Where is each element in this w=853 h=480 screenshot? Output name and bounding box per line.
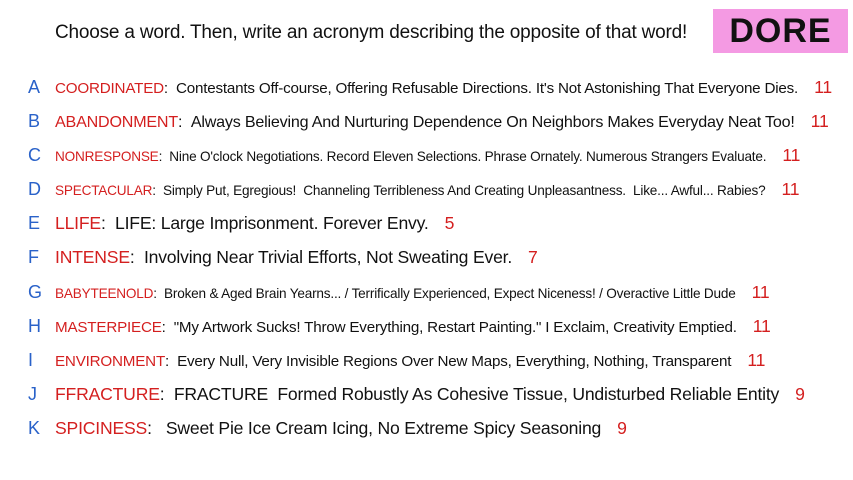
entry-acronym: Broken & Aged Brain Yearns... / Terrific…: [164, 285, 736, 301]
entry-letter: J: [28, 383, 37, 404]
entry-word: SPECTACULAR: [55, 182, 153, 198]
prompt-text: Choose a word. Then, write an acronym de…: [55, 22, 688, 43]
entry-letter-count: 5: [444, 212, 455, 233]
entry-row: K SPICINESS: Sweet Pie Ice Cream Icing, N…: [0, 413, 853, 443]
entry-colon: :: [152, 182, 163, 198]
entry-row: A COORDINATED: Contestants Off-course, Of…: [0, 72, 853, 102]
entry-acronym: "My Artwork Sucks! Throw Everything, Res…: [173, 318, 737, 336]
entry-letter: B: [28, 110, 41, 131]
entry-letter-count: 11: [751, 281, 770, 302]
entry-colon: :: [100, 212, 116, 233]
entry-colon: :: [165, 352, 178, 370]
entry-letter: H: [28, 315, 41, 336]
entry-letter: A: [28, 76, 41, 97]
entry-colon: :: [159, 383, 174, 404]
entry-colon: :: [153, 285, 165, 301]
entry-letter-count: 11: [752, 315, 771, 336]
dore-badge: DORE: [713, 9, 848, 53]
entry-colon: :: [161, 318, 174, 336]
entry-acronym: LIFE: Large Imprisonment. Forever Envy.: [115, 212, 429, 233]
entry-letter-count: 9: [795, 383, 805, 404]
entry-letter: D: [28, 178, 41, 199]
entry-row: B ABANDONMENT: Always Believing And Nurtu…: [0, 106, 853, 136]
entry-acronym: Always Believing And Nurturing Dependenc…: [190, 112, 795, 131]
entry-acronym: FRACTURE Formed Robustly As Cohesive Tis…: [173, 383, 780, 404]
entry-word: NONRESPONSE: [55, 148, 159, 164]
entry-content: SPECTACULAR: Simply Put, Egregious! Chan…: [55, 178, 800, 200]
entry-word: FFRACTURE: [55, 383, 160, 404]
entry-letter-count: 11: [782, 144, 801, 165]
entry-acronym: Nine O'clock Negotiations. Record Eleven…: [169, 148, 767, 164]
entry-row: C NONRESPONSE: Nine O'clock Negotiations.…: [0, 140, 853, 170]
entry-acronym: Involving Near Trivial Efforts, Not Swea…: [143, 246, 513, 267]
entry-letter: G: [28, 281, 43, 302]
entry-row: G BABYTEENOLD: Broken & Aged Brain Yearns…: [0, 277, 853, 307]
entry-letter: C: [28, 144, 41, 165]
entry-content: BABYTEENOLD: Broken & Aged Brain Yearns.…: [55, 281, 770, 303]
entry-content: NONRESPONSE: Nine O'clock Negotiations. …: [55, 145, 800, 166]
entry-content: LLIFE: LIFE: Large Imprisonment. Forever…: [55, 213, 454, 234]
entry-content: MASTERPIECE: "My Artwork Sucks! Throw Ev…: [55, 316, 771, 337]
entry-letter-count: 9: [617, 417, 627, 438]
entry-colon: :: [177, 112, 191, 131]
entry-content: SPICINESS: Sweet Pie Ice Cream Icing, No…: [55, 418, 627, 439]
entry-colon: :: [147, 417, 162, 438]
entry-word: ENVIRONMENT: [55, 352, 166, 370]
entry-row: I ENVIRONMENT: Every Null, Very Invisible…: [0, 345, 853, 375]
entry-row: E LLIFE: LIFE: Large Imprisonment. Foreve…: [0, 208, 853, 238]
entry-word: LLIFE: [55, 212, 101, 233]
entry-word: BABYTEENOLD: [55, 285, 154, 301]
entry-acronym: Simply Put, Egregious! Channeling Terrib…: [163, 182, 766, 198]
entry-letter: F: [28, 246, 39, 267]
entry-letter-count: 11: [747, 349, 766, 370]
entry-letter-count: 11: [781, 178, 800, 199]
entry-letter: E: [28, 212, 41, 233]
entry-letter-count: 11: [810, 110, 829, 131]
entry-content: ABANDONMENT: Always Believing And Nurtur…: [55, 111, 829, 132]
entry-colon: :: [129, 246, 144, 267]
entry-colon: :: [158, 148, 170, 164]
entry-row: F INTENSE: Involving Near Trivial Efforts…: [0, 242, 853, 272]
entry-row: H MASTERPIECE: "My Artwork Sucks! Throw E…: [0, 311, 853, 341]
entry-word: SPICINESS: [55, 417, 148, 438]
entry-content: COORDINATED: Contestants Off-course, Off…: [55, 77, 832, 98]
entry-word: MASTERPIECE: [55, 318, 162, 336]
entry-acronym: Every Null, Very Invisible Regions Over …: [177, 352, 732, 370]
entry-word: COORDINATED: [55, 79, 164, 97]
entry-content: INTENSE: Involving Near Trivial Efforts,…: [55, 247, 538, 268]
entry-colon: :: [163, 79, 176, 97]
entry-letter-count: 11: [814, 76, 832, 97]
entry-row: D SPECTACULAR: Simply Put, Egregious! Cha…: [0, 174, 853, 204]
entry-letter: K: [28, 417, 41, 438]
entry-acronym: Sweet Pie Ice Cream Icing, No Extreme Sp…: [161, 417, 602, 438]
entry-acronym: Contestants Off-course, Offering Refusab…: [175, 79, 799, 97]
entry-word: INTENSE: [55, 246, 130, 267]
entry-content: FFRACTURE: FRACTURE Formed Robustly As C…: [55, 384, 805, 405]
entry-content: ENVIRONMENT: Every Null, Very Invisible …: [55, 350, 765, 371]
entry-letter-count: 7: [528, 246, 538, 267]
entry-row: J FFRACTURE: FRACTURE Formed Robustly As …: [0, 379, 853, 409]
entry-letter: I: [28, 349, 34, 370]
entry-word: ABANDONMENT: [55, 112, 178, 131]
